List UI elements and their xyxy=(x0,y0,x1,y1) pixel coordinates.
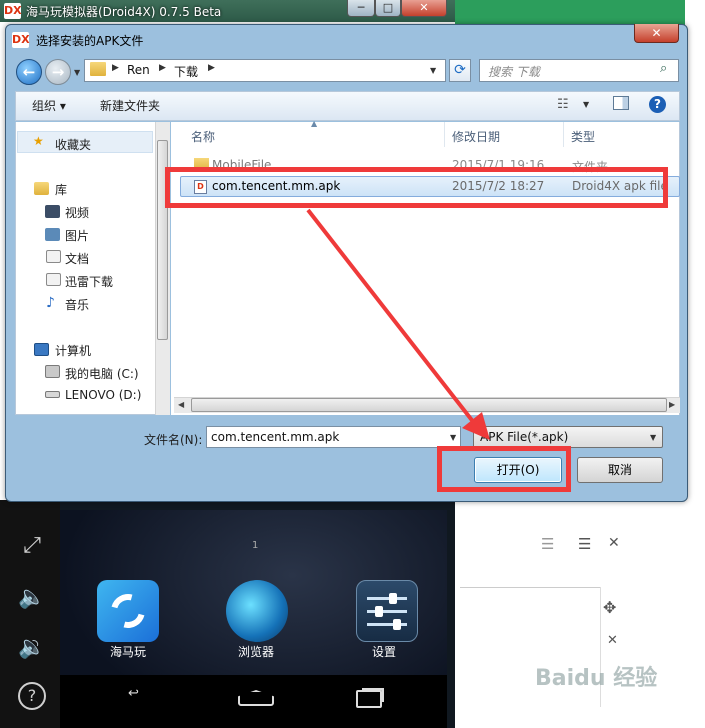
annotation-arrow xyxy=(306,208,490,440)
